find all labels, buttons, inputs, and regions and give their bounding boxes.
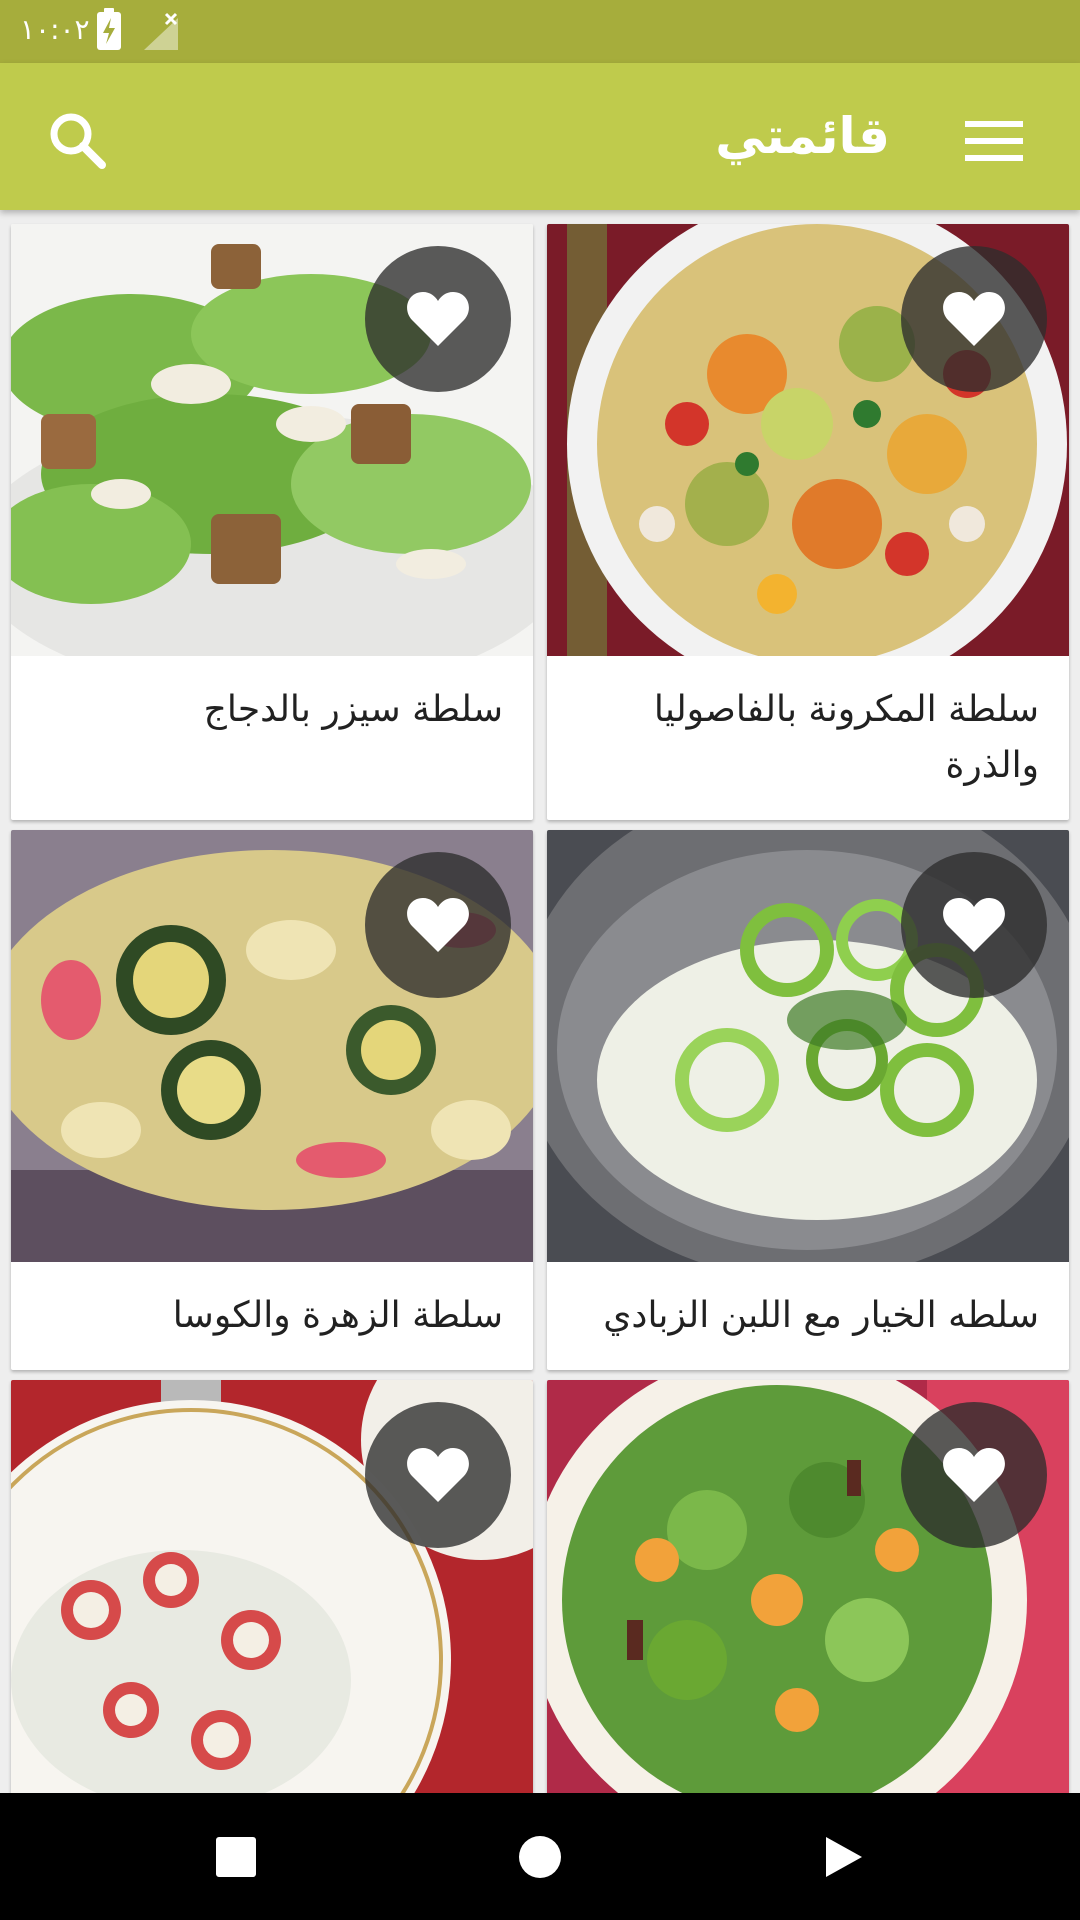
heart-icon (407, 292, 469, 346)
recipe-card[interactable]: سلطة الزهرة والكوسا (11, 830, 533, 1370)
recipe-title: سلطة الزهرة والكوسا (172, 1295, 503, 1336)
recipe-title: سلطة المكرونة بالفاصوليا والذرة (653, 689, 1039, 786)
back-button[interactable] (802, 1815, 886, 1899)
menu-button[interactable] (950, 103, 1038, 179)
favorite-button[interactable] (365, 852, 511, 998)
favorite-button[interactable] (365, 1402, 511, 1548)
recipe-card[interactable]: سلطة سيزر بالدجاج (11, 224, 533, 820)
recipe-title: سلطة سيزر بالدجاج (203, 689, 503, 730)
status-bar: ١٠:٠٢ (0, 0, 1080, 63)
search-button[interactable] (38, 101, 118, 181)
heart-icon (943, 898, 1005, 952)
recents-icon (216, 1837, 256, 1877)
heart-icon (407, 1448, 469, 1502)
signal-none-icon (144, 12, 178, 50)
menu-icon (965, 121, 1023, 161)
recipe-card[interactable]: سلطه الخيار مع اللبن الزبادي (547, 830, 1069, 1370)
recipe-card[interactable] (11, 1380, 533, 1793)
recipe-grid: سلطة المكرونة بالفاصوليا والذرة سلطة سيز… (0, 210, 1080, 1793)
navigation-bar (0, 1793, 1080, 1920)
favorite-button[interactable] (901, 1402, 1047, 1548)
back-icon (826, 1837, 862, 1877)
page-title: قائمتي (715, 107, 890, 165)
favorite-button[interactable] (901, 852, 1047, 998)
recipe-card[interactable]: سلطة المكرونة بالفاصوليا والذرة (547, 224, 1069, 820)
home-button[interactable] (498, 1815, 582, 1899)
recipe-title: سلطه الخيار مع اللبن الزبادي (603, 1295, 1039, 1336)
battery-charging-icon (97, 8, 121, 50)
home-icon (519, 1836, 561, 1878)
heart-icon (407, 898, 469, 952)
favorite-button[interactable] (365, 246, 511, 392)
search-icon (50, 113, 106, 169)
status-time: ١٠:٠٢ (20, 13, 90, 46)
recents-button[interactable] (194, 1815, 278, 1899)
favorite-button[interactable] (901, 246, 1047, 392)
recipe-card[interactable] (547, 1380, 1069, 1793)
heart-icon (943, 1448, 1005, 1502)
heart-icon (943, 292, 1005, 346)
app-bar: قائمتي (0, 63, 1080, 210)
